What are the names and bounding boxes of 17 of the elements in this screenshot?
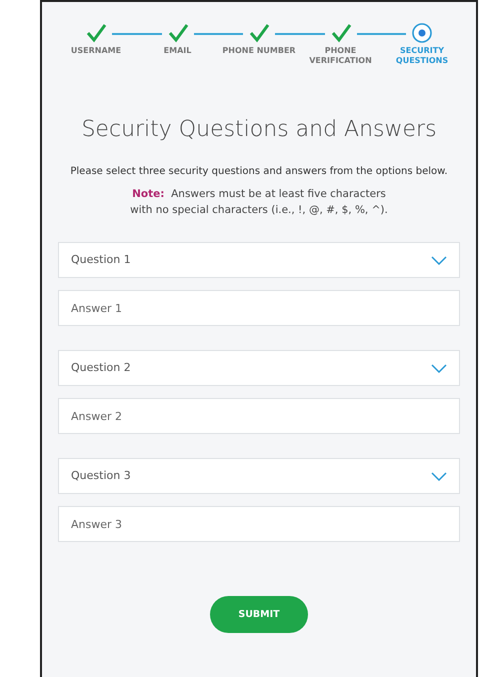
question-select[interactable]: Question 2 xyxy=(58,350,460,386)
chevron-down-icon xyxy=(431,364,447,373)
step-label: PHONE VERIFICATION xyxy=(308,46,373,67)
step-label: EMAIL xyxy=(162,46,192,56)
page-title: Security Questions and Answers xyxy=(80,116,438,144)
question-select[interactable]: Question 3 xyxy=(58,458,460,494)
note-text: Note: Answers must be at least five characters with no special characters (i.e., !, @, #, $, %, ^). xyxy=(129,186,389,218)
chevron-down-icon xyxy=(431,472,447,481)
instructions-text: Please select three security questions and answers from the options below. xyxy=(69,164,449,179)
answer-field[interactable]: Answer 2 xyxy=(58,398,460,434)
chevron-down-icon xyxy=(431,256,447,265)
step-label: SECURITY QUESTIONS xyxy=(394,46,450,67)
step-label: PHONE NUMBER xyxy=(221,46,297,56)
answer-field[interactable]: Answer 1 xyxy=(58,290,460,326)
answer-field[interactable]: Answer 3 xyxy=(58,506,460,542)
question-select[interactable]: Question 1 xyxy=(58,242,460,278)
step-label: USERNAME xyxy=(70,46,122,56)
